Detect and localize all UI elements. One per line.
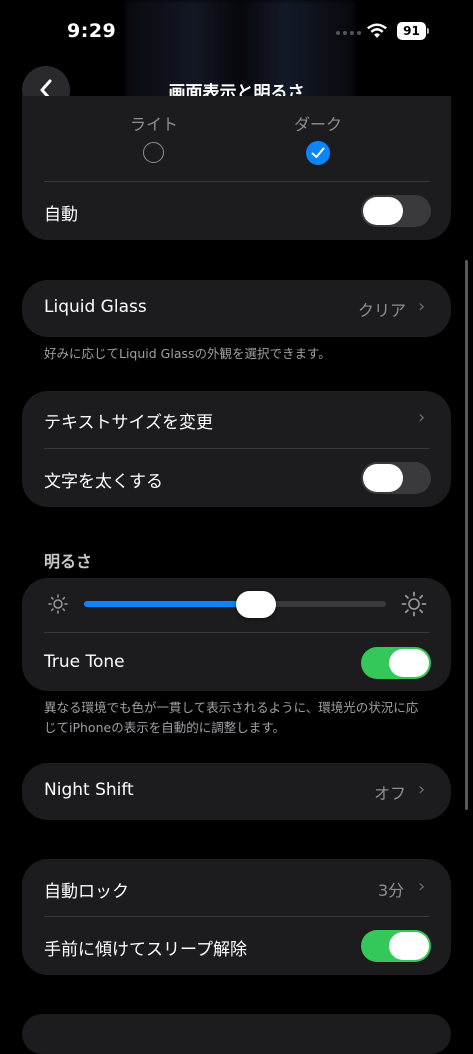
toggle-knob xyxy=(363,464,403,492)
toggle-knob xyxy=(389,649,429,677)
separator xyxy=(44,181,429,182)
appearance-dark-radio[interactable] xyxy=(306,141,330,165)
true-tone-footnote: 異なる環境でも色が一貫して表示されるように、環境光の状況に応じてiPhoneの表… xyxy=(44,700,419,735)
scroll-indicator[interactable] xyxy=(465,260,468,810)
automatic-toggle[interactable] xyxy=(361,195,431,227)
toggle-knob xyxy=(389,932,429,960)
raise-to-wake-label: 手前に傾けてスリープ解除 xyxy=(44,940,247,960)
liquid-glass-footnote: 好みに応じてLiquid Glassの外観を選択できます。 xyxy=(44,346,331,361)
automatic-label: 自動 xyxy=(44,205,78,225)
liquid-glass-value: クリア xyxy=(358,301,407,320)
appearance-light-label: ライト xyxy=(129,115,178,134)
appearance-light-radio[interactable] xyxy=(143,142,164,163)
brightness-slider-thumb[interactable] xyxy=(236,591,277,618)
separator xyxy=(44,448,429,449)
bold-text-toggle[interactable] xyxy=(361,462,431,494)
wifi-icon xyxy=(366,23,388,43)
chevron-right-icon: › xyxy=(418,876,426,897)
checkmark-icon xyxy=(311,147,325,158)
status-time: 9:29 xyxy=(67,20,117,42)
brightness-header: 明るさ xyxy=(44,552,93,571)
chevron-right-icon: › xyxy=(418,407,426,428)
toggle-knob xyxy=(363,197,403,225)
night-shift-value: オフ xyxy=(374,784,407,803)
true-tone-label: True Tone xyxy=(44,652,125,672)
cellular-signal-icon xyxy=(336,31,361,35)
text-size-label[interactable]: テキストサイズを変更 xyxy=(44,408,213,433)
true-tone-toggle[interactable] xyxy=(361,647,431,679)
bold-text-label: 文字を太くする xyxy=(44,472,163,492)
sun-min-icon xyxy=(48,594,68,614)
brightness-slider-fill xyxy=(84,601,257,607)
appearance-dark-label: ダーク xyxy=(293,115,342,134)
battery-indicator: 91 xyxy=(397,22,426,40)
chevron-right-icon: › xyxy=(418,779,426,800)
separator xyxy=(44,632,429,633)
liquid-glass-label: Liquid Glass xyxy=(44,297,147,317)
night-shift-label: Night Shift xyxy=(44,780,134,800)
next-section-card xyxy=(22,1014,451,1054)
auto-lock-label[interactable]: 自動ロック xyxy=(44,877,129,902)
raise-to-wake-toggle[interactable] xyxy=(361,930,431,962)
battery-tip xyxy=(427,28,429,34)
separator xyxy=(44,916,429,917)
chevron-right-icon: › xyxy=(418,296,426,317)
sun-max-icon xyxy=(401,591,427,617)
auto-lock-value: 3分 xyxy=(378,881,405,900)
